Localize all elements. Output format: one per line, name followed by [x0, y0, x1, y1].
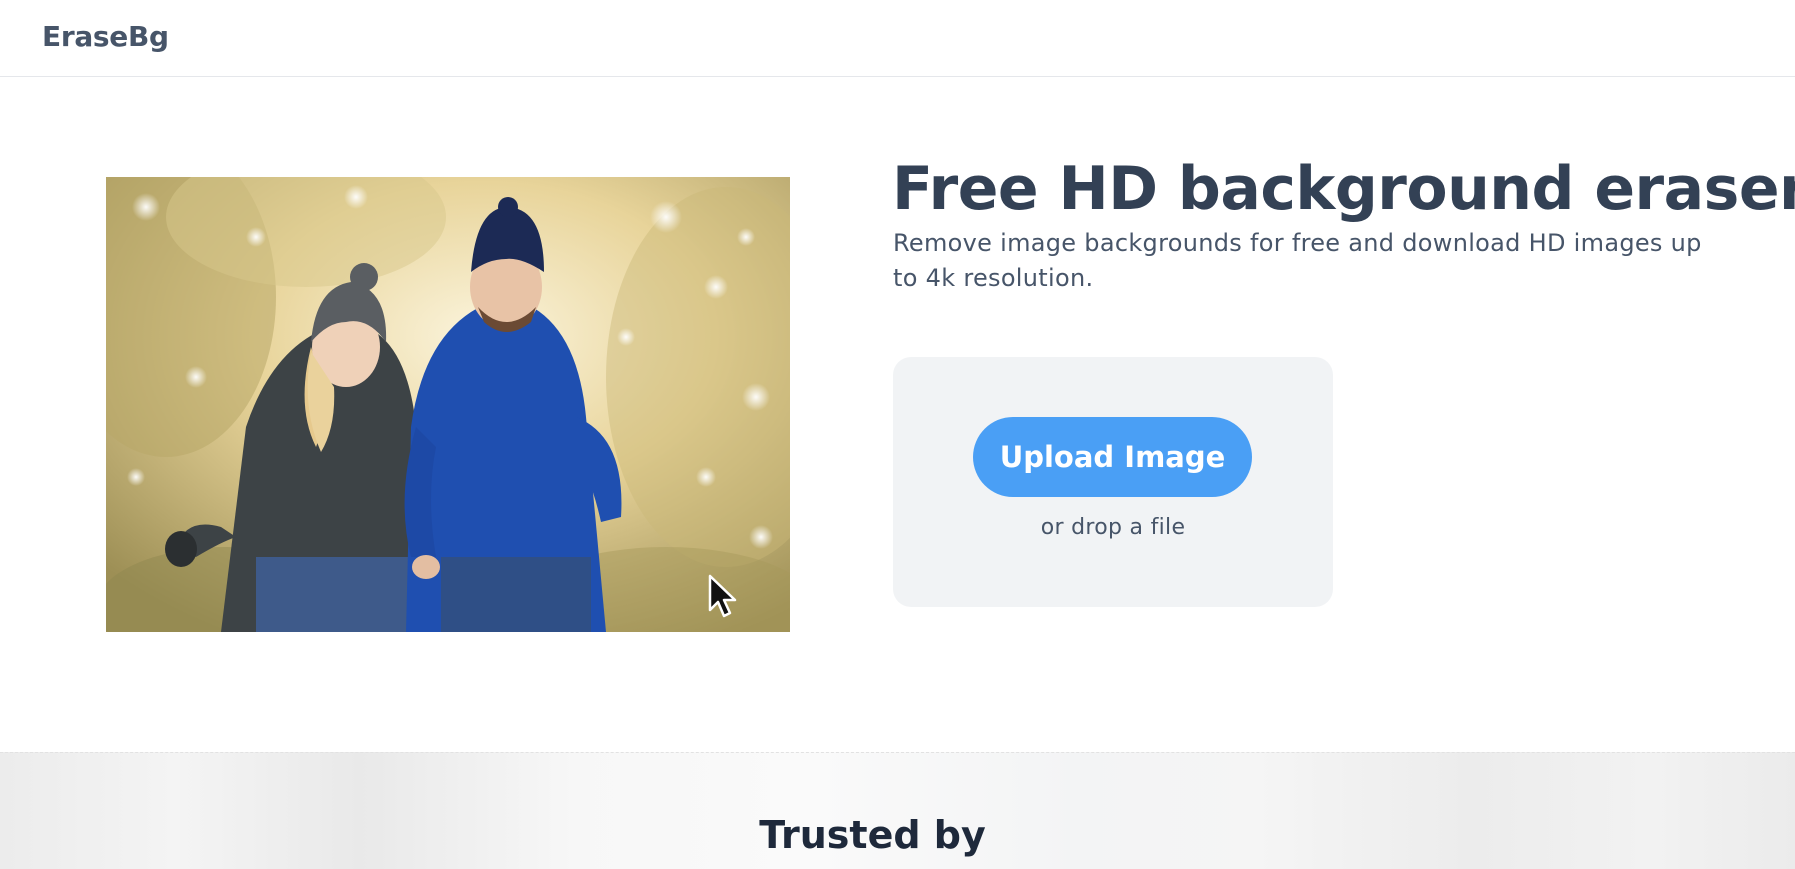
upload-image-button[interactable]: Upload Image [973, 417, 1252, 497]
page-subheadline: Remove image backgrounds for free and do… [893, 229, 1702, 292]
page-headline: Free HD background eraser [892, 154, 1795, 224]
trusted-by-title: Trusted by [759, 813, 986, 857]
trusted-by-section: Trusted by [0, 752, 1795, 869]
drop-file-hint: or drop a file [1040, 515, 1186, 540]
erasebg-logo[interactable]: EraseBg [42, 20, 169, 53]
hero-image [106, 177, 790, 632]
top-navigation-bar: EraseBg [0, 0, 1795, 77]
upload-dropzone[interactable]: Upload Image or drop a file [893, 357, 1333, 607]
